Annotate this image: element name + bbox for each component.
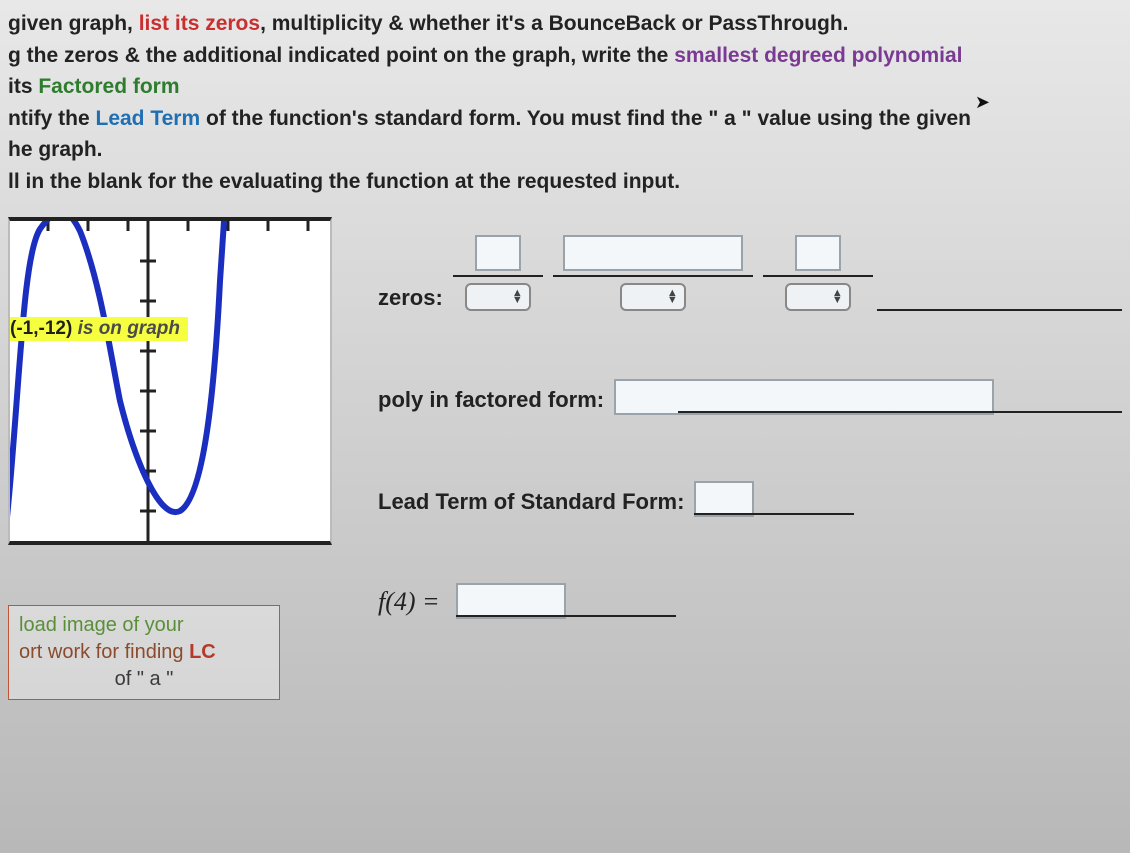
zero-value-input-2[interactable] (563, 235, 743, 271)
zero-value-input-3[interactable] (795, 235, 841, 271)
upload-lc: LC (189, 641, 216, 663)
zero-type-select-2[interactable]: ▲▼ (620, 283, 686, 311)
instr-text: given graph, (8, 12, 139, 35)
instr-text: g the zeros & the additional indicated p… (8, 44, 674, 67)
graph-svg (10, 221, 330, 541)
lead-term-row: Lead Term of Standard Form: (378, 477, 1122, 515)
upload-text: ort work for finding (19, 641, 189, 663)
instr-text: he graph. (8, 134, 1122, 166)
polynomial-graph: (-1,-12) is on graph 5 (8, 217, 332, 545)
graph-point-annotation: (-1,-12) is on graph (8, 317, 188, 341)
instr-text: of the function's standard form. You mus… (200, 107, 971, 130)
zeros-label: zeros: (378, 285, 443, 311)
instr-zeros-phrase: list its zeros (139, 12, 260, 35)
f-eval-row: f(4) = (378, 579, 1122, 617)
zero-type-select-1[interactable]: ▲▼ (465, 283, 531, 311)
lead-term-label: Lead Term of Standard Form: (378, 489, 684, 515)
poly-row: poly in factored form: (378, 375, 1122, 413)
instr-lead-term: Lead Term (96, 107, 201, 130)
graph-point-text: is on graph (72, 318, 180, 339)
mouse-cursor-icon: ➤ (975, 92, 990, 113)
zero-value-input-1[interactable] (475, 235, 521, 271)
zeros-row: zeros: ▲▼ ▲▼ ▲▼ (378, 235, 1122, 311)
instr-text: , multiplicity & whether it's a BounceBa… (260, 12, 848, 35)
upload-text: of " a " (115, 668, 174, 690)
graph-point-coord: (-1,-12) (10, 318, 72, 339)
instr-text: ntify the (8, 107, 96, 130)
poly-label: poly in factored form: (378, 387, 604, 413)
instr-smallest-degree: smallest degreed polynomial (674, 44, 962, 67)
instr-factored-form: Factored form (38, 75, 179, 98)
zero-type-select-3[interactable]: ▲▼ (785, 283, 851, 311)
f-eval-label: f(4) = (378, 587, 440, 617)
instruction-block: given graph, list its zeros, multiplicit… (8, 8, 1122, 197)
instr-text: its (8, 75, 38, 98)
upload-instruction-box: load image of your ort work for finding … (8, 605, 280, 700)
instr-text: ll in the blank for the evaluating the f… (8, 166, 1122, 198)
upload-text: load image of your (19, 614, 184, 636)
